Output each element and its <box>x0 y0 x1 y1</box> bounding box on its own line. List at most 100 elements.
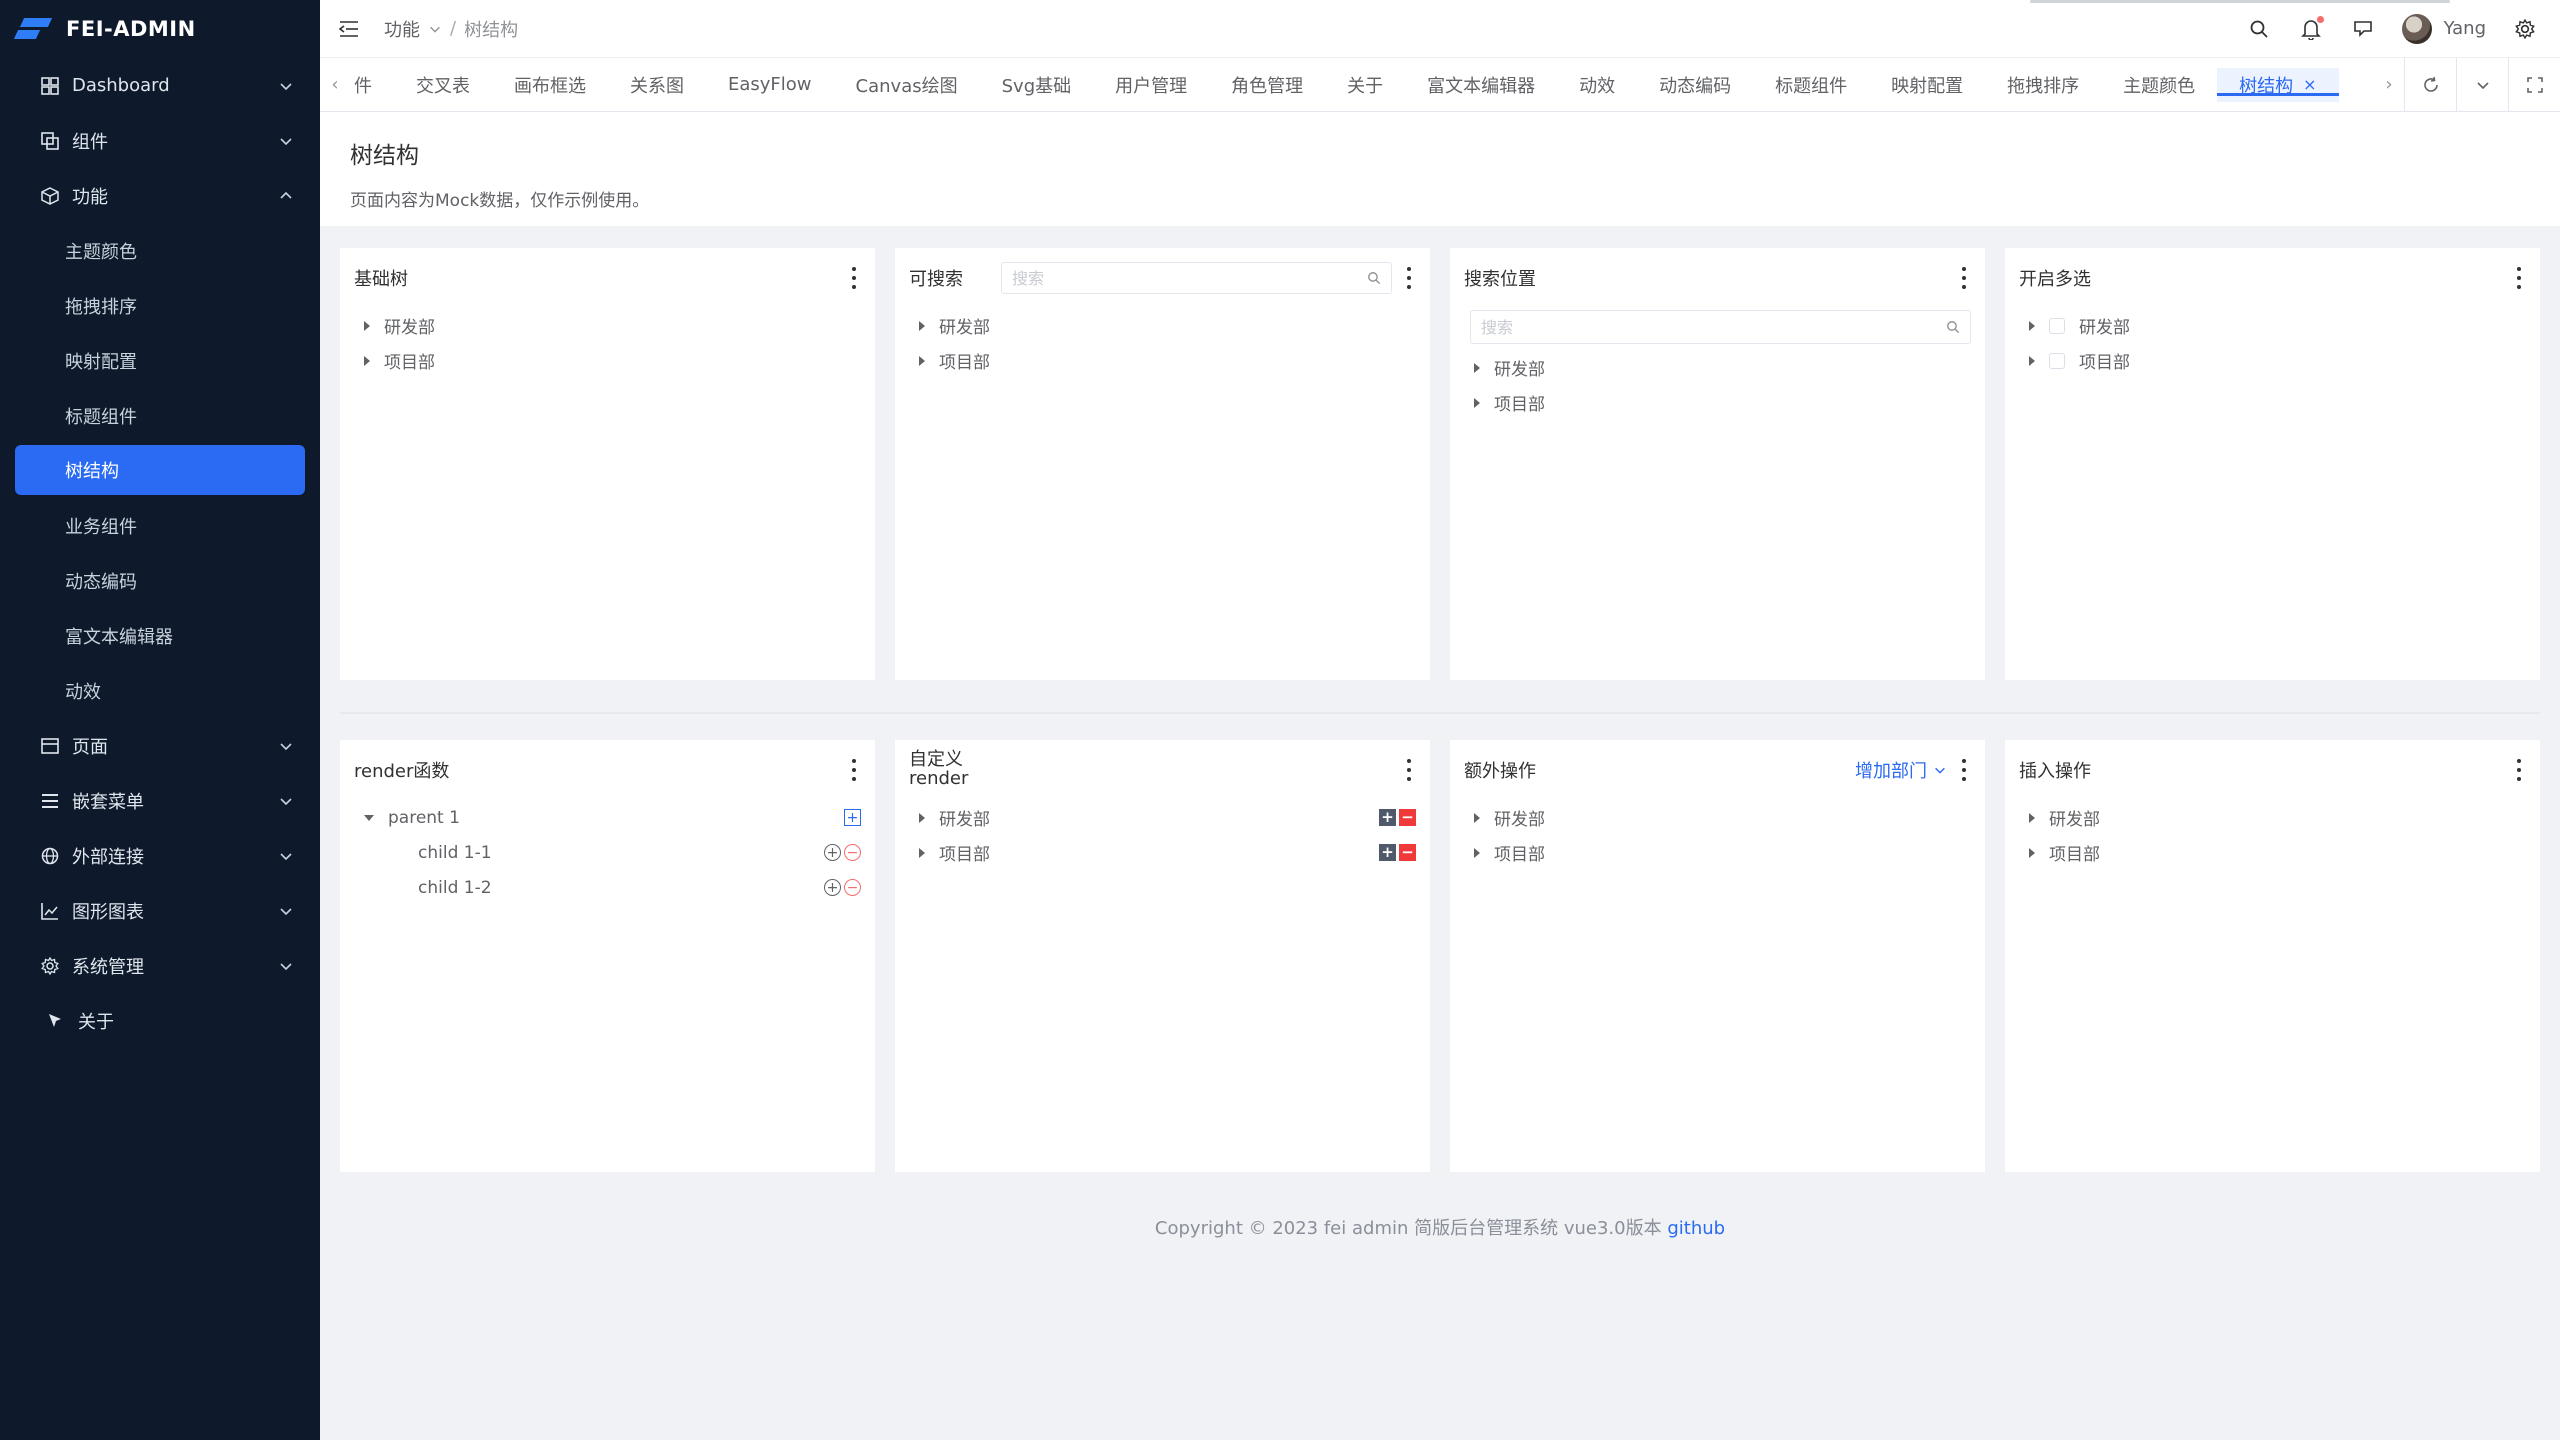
caret-right-icon[interactable] <box>364 320 370 331</box>
add-square-icon[interactable]: + <box>1379 844 1396 861</box>
sidebar-subitem-mapping[interactable]: 映射配置 <box>0 333 320 388</box>
remove-square-icon[interactable]: − <box>1399 809 1416 826</box>
tree-node[interactable]: 项目部 <box>909 343 1416 378</box>
tab-item[interactable]: 关系图 <box>608 58 706 111</box>
chat-icon[interactable] <box>2350 16 2376 42</box>
fullscreen-icon[interactable] <box>2508 58 2560 111</box>
sidebar-item-features[interactable]: 功能 <box>0 168 320 223</box>
tree-node-child[interactable]: child 1-2 + − <box>354 870 861 905</box>
caret-right-icon[interactable] <box>1474 812 1480 823</box>
caret-right-icon[interactable] <box>919 812 925 823</box>
logo[interactable]: FEI-ADMIN <box>0 0 320 58</box>
tree-node[interactable]: 项目部 <box>2019 835 2526 870</box>
tree-node[interactable]: 项目部 <box>1464 385 1971 420</box>
tabs-scroll-left-icon[interactable]: ‹ <box>320 74 350 95</box>
add-circle-icon[interactable]: + <box>824 844 841 861</box>
tab-item[interactable]: 拖拽排序 <box>1985 58 2101 111</box>
sidebar-item-charts[interactable]: 图形图表 <box>0 883 320 938</box>
search-input[interactable] <box>1481 317 1946 337</box>
tree-node-child[interactable]: child 1-1 + − <box>354 835 861 870</box>
tree-node[interactable]: 研发部 <box>354 308 861 343</box>
remove-circle-icon[interactable]: − <box>844 844 861 861</box>
refresh-icon[interactable] <box>2404 58 2456 111</box>
tree-node[interactable]: 研发部 <box>1464 350 1971 385</box>
tab-item[interactable]: 标题组件 <box>1753 58 1869 111</box>
search-input[interactable] <box>1012 268 1367 288</box>
sidebar-subitem-theme[interactable]: 主题颜色 <box>0 223 320 278</box>
collapse-menu-icon[interactable] <box>336 16 362 42</box>
tree-node[interactable]: 研发部 + − <box>909 800 1416 835</box>
user-menu[interactable]: Yang <box>2401 13 2486 44</box>
tab-item[interactable]: 角色管理 <box>1209 58 1325 111</box>
tree-node[interactable]: 研发部 <box>2019 800 2526 835</box>
caret-right-icon[interactable] <box>1474 362 1480 373</box>
tab-item[interactable]: 关于 <box>1325 58 1405 111</box>
tab-item[interactable]: 富文本编辑器 <box>1405 58 1557 111</box>
tree-node[interactable]: 项目部 <box>354 343 861 378</box>
tab-item[interactable]: Canvas绘图 <box>834 58 980 111</box>
caret-right-icon[interactable] <box>2029 320 2035 331</box>
sidebar-item-pages[interactable]: 页面 <box>0 718 320 773</box>
tree-node[interactable]: 项目部 <box>2019 343 2526 378</box>
caret-right-icon[interactable] <box>364 355 370 366</box>
settings-gear-icon[interactable] <box>2512 16 2538 42</box>
chevron-down-icon[interactable] <box>428 22 442 36</box>
more-vertical-icon[interactable] <box>1402 759 1416 781</box>
tree-node-checkbox[interactable] <box>2049 352 2065 369</box>
add-circle-icon[interactable]: + <box>824 879 841 896</box>
sidebar-item-external-links[interactable]: 外部连接 <box>0 828 320 883</box>
more-vertical-icon[interactable] <box>2512 759 2526 781</box>
caret-right-icon[interactable] <box>1474 397 1480 408</box>
sidebar-item-components[interactable]: 组件 <box>0 113 320 168</box>
sidebar-subitem-drag-sort[interactable]: 拖拽排序 <box>0 278 320 333</box>
more-vertical-icon[interactable] <box>1957 759 1971 781</box>
tab-item[interactable]: 动态编码 <box>1637 58 1753 111</box>
tab-item[interactable]: 画布框选 <box>492 58 608 111</box>
tab-item[interactable]: 件 <box>350 58 394 111</box>
more-vertical-icon[interactable] <box>1957 267 1971 289</box>
add-department-dropdown[interactable]: 增加部门 <box>1855 757 1947 783</box>
tab-item[interactable]: EasyFlow <box>706 58 834 111</box>
sidebar-item-dashboard[interactable]: Dashboard <box>0 58 320 113</box>
sidebar-item-system[interactable]: 系统管理 <box>0 938 320 993</box>
caret-right-icon[interactable] <box>919 847 925 858</box>
tab-item[interactable]: 用户管理 <box>1093 58 1209 111</box>
tab-close-icon[interactable]: × <box>2303 75 2316 94</box>
sidebar-subitem-title[interactable]: 标题组件 <box>0 388 320 443</box>
tabs-dropdown-icon[interactable] <box>2456 58 2508 111</box>
caret-right-icon[interactable] <box>919 320 925 331</box>
caret-right-icon[interactable] <box>2029 355 2035 366</box>
more-vertical-icon[interactable] <box>847 759 861 781</box>
tree-node[interactable]: 研发部 <box>2019 308 2526 343</box>
tree-node[interactable]: 研发部 <box>909 308 1416 343</box>
tree-node[interactable]: parent 1 + <box>354 800 861 835</box>
remove-square-icon[interactable]: − <box>1399 844 1416 861</box>
sidebar-subitem-business[interactable]: 业务组件 <box>0 498 320 553</box>
tree-node[interactable]: 项目部 + − <box>909 835 1416 870</box>
tab-item[interactable]: 映射配置 <box>1869 58 1985 111</box>
tab-item[interactable]: 交叉表 <box>394 58 492 111</box>
sidebar-subitem-effects[interactable]: 动效 <box>0 663 320 718</box>
tree-node-checkbox[interactable] <box>2049 317 2065 334</box>
breadcrumb-item[interactable]: 功能 <box>384 16 420 42</box>
add-node-icon[interactable]: + <box>844 809 861 826</box>
more-vertical-icon[interactable] <box>847 267 861 289</box>
more-vertical-icon[interactable] <box>1402 267 1416 289</box>
tab-item[interactable]: Svg基础 <box>980 58 1094 111</box>
remove-circle-icon[interactable]: − <box>844 879 861 896</box>
sidebar-item-about[interactable]: 关于 <box>0 993 320 1048</box>
sidebar-subitem-rich-editor[interactable]: 富文本编辑器 <box>0 608 320 663</box>
sidebar-subitem-dynamic-code[interactable]: 动态编码 <box>0 553 320 608</box>
search-icon[interactable] <box>2246 16 2272 42</box>
caret-down-icon[interactable] <box>364 814 374 821</box>
sidebar-item-nested-menu[interactable]: 嵌套菜单 <box>0 773 320 828</box>
tabs-scroll-right-icon[interactable]: › <box>2374 74 2404 95</box>
more-vertical-icon[interactable] <box>2512 267 2526 289</box>
notification-bell-icon[interactable] <box>2298 15 2324 42</box>
add-square-icon[interactable]: + <box>1379 809 1396 826</box>
sidebar-subitem-tree[interactable]: 树结构 <box>15 445 305 495</box>
caret-right-icon[interactable] <box>2029 847 2035 858</box>
caret-right-icon[interactable] <box>919 355 925 366</box>
tree-node[interactable]: 项目部 <box>1464 835 1971 870</box>
github-link[interactable]: github <box>1667 1218 1725 1239</box>
